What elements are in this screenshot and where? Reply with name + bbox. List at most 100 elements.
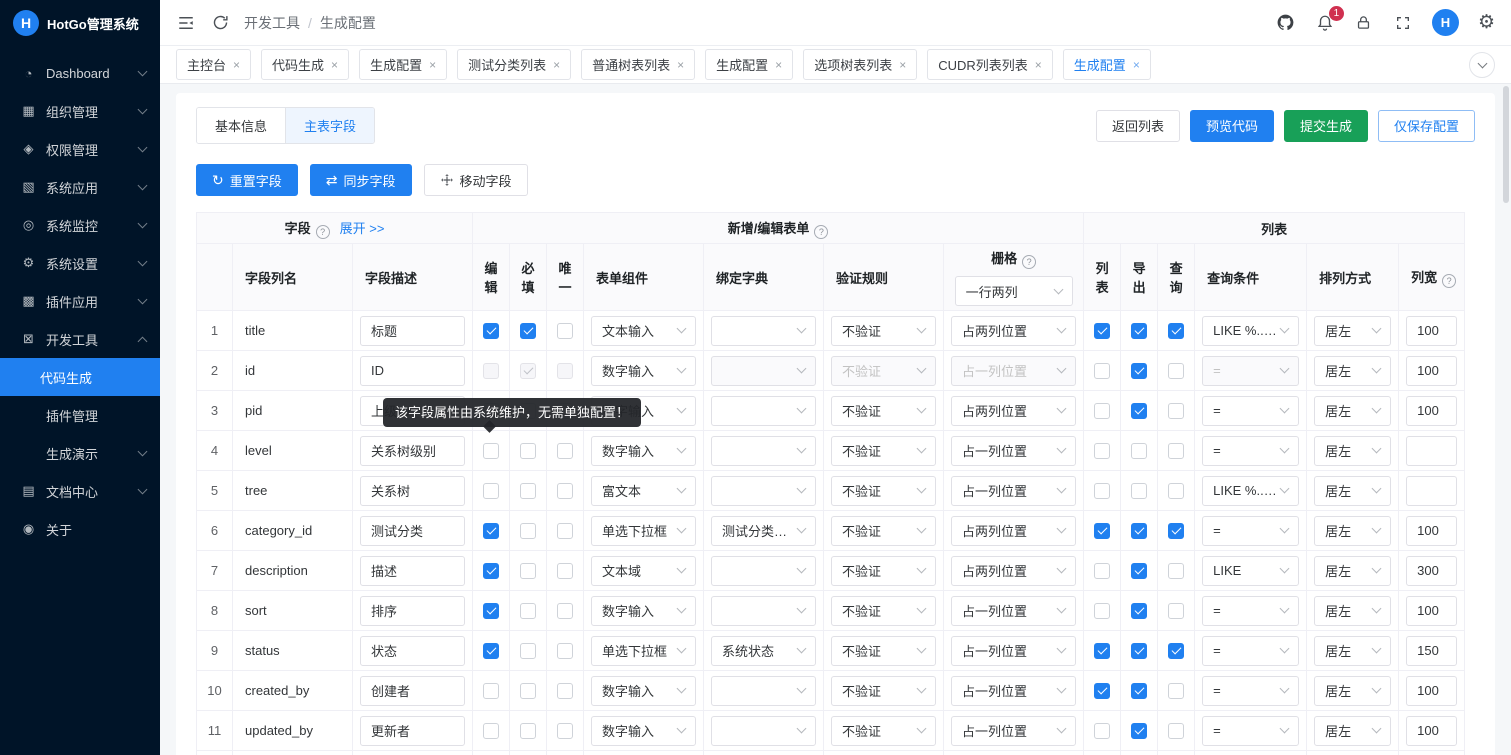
component-select[interactable]: 单选下拉框 xyxy=(591,516,696,546)
checkbox[interactable] xyxy=(557,483,573,499)
query-cond-select[interactable]: LIKE xyxy=(1202,556,1299,586)
width-input[interactable]: 150 xyxy=(1406,636,1457,666)
checkbox[interactable] xyxy=(1131,603,1147,619)
query-cond-select[interactable]: = xyxy=(1202,596,1299,626)
app-logo[interactable]: H HotGo管理系统 xyxy=(0,0,160,46)
checkbox[interactable] xyxy=(520,523,536,539)
width-input[interactable]: 100 xyxy=(1406,716,1457,746)
field-desc-input[interactable]: 标题 xyxy=(360,316,465,346)
sidebar-item-plugin-app[interactable]: ▩ 插件应用 xyxy=(0,282,160,320)
component-select[interactable]: 文本域 xyxy=(591,556,696,586)
notifications-bell-icon[interactable]: 1 xyxy=(1315,13,1335,33)
checkbox[interactable] xyxy=(1131,403,1147,419)
help-icon[interactable]: ? xyxy=(316,225,330,239)
field-desc-input[interactable]: 关系树 xyxy=(360,476,465,506)
width-input[interactable]: 100 xyxy=(1406,356,1457,386)
close-icon[interactable]: × xyxy=(775,59,782,71)
checkbox[interactable] xyxy=(1131,443,1147,459)
width-input[interactable]: 100 xyxy=(1406,516,1457,546)
grid-select[interactable]: 占一列位置 xyxy=(951,676,1076,706)
save-config-only-button[interactable]: 仅保存配置 xyxy=(1378,110,1475,142)
field-desc-input[interactable]: 测试分类 xyxy=(360,516,465,546)
validation-select[interactable]: 不验证 xyxy=(831,316,936,346)
close-icon[interactable]: × xyxy=(429,59,436,71)
field-desc-input[interactable]: ID xyxy=(360,356,465,386)
sync-fields-button[interactable]: ⇄ 同步字段 xyxy=(310,164,412,196)
width-input[interactable]: 100 xyxy=(1406,316,1457,346)
close-icon[interactable]: × xyxy=(1133,59,1140,71)
component-select[interactable]: 文本输入 xyxy=(591,316,696,346)
grid-select[interactable]: 占一列位置 xyxy=(951,356,1076,386)
refresh-icon[interactable] xyxy=(210,13,230,33)
help-icon[interactable]: ? xyxy=(1442,274,1456,288)
checkbox[interactable] xyxy=(1168,363,1184,379)
field-desc-input[interactable]: 状态 xyxy=(360,636,465,666)
field-desc-input[interactable]: 创建者 xyxy=(360,676,465,706)
checkbox[interactable] xyxy=(1094,483,1110,499)
checkbox[interactable] xyxy=(1131,523,1147,539)
sidebar-item-code-generation[interactable]: 代码生成 xyxy=(0,358,160,396)
checkbox[interactable] xyxy=(520,603,536,619)
dict-select[interactable] xyxy=(711,676,816,706)
checkbox[interactable] xyxy=(1131,563,1147,579)
validation-select[interactable]: 不验证 xyxy=(831,476,936,506)
width-input[interactable] xyxy=(1406,436,1457,466)
sidebar-item-generation-demo[interactable]: 生成演示 xyxy=(0,434,160,472)
validation-select[interactable]: 不验证 xyxy=(831,396,936,426)
sidebar-item-devtools[interactable]: ⊠ 开发工具 xyxy=(0,320,160,358)
query-cond-select[interactable]: LIKE %...% xyxy=(1202,476,1299,506)
checkbox[interactable] xyxy=(1131,483,1147,499)
dict-select[interactable]: 测试分类选项 xyxy=(711,516,816,546)
width-input[interactable]: 300 xyxy=(1406,556,1457,586)
fullscreen-icon[interactable] xyxy=(1393,13,1413,33)
query-cond-select[interactable]: = xyxy=(1202,636,1299,666)
sidebar-item-docs[interactable]: ▤ 文档中心 xyxy=(0,472,160,510)
width-input[interactable]: 100 xyxy=(1406,676,1457,706)
width-input[interactable] xyxy=(1406,476,1457,506)
close-icon[interactable]: × xyxy=(331,59,338,71)
component-select[interactable]: 数字输入 xyxy=(591,716,696,746)
grid-default-select[interactable]: 一行两列 xyxy=(955,276,1073,306)
dict-select[interactable] xyxy=(711,556,816,586)
validation-select[interactable]: 不验证 xyxy=(831,436,936,466)
dict-select[interactable] xyxy=(711,316,816,346)
help-icon[interactable]: ? xyxy=(1022,255,1036,269)
align-select[interactable]: 居左 xyxy=(1314,636,1391,666)
component-select[interactable]: 数字输入 xyxy=(591,436,696,466)
grid-select[interactable]: 占一列位置 xyxy=(951,636,1076,666)
checkbox[interactable] xyxy=(1094,443,1110,459)
checkbox[interactable] xyxy=(483,603,499,619)
checkbox[interactable] xyxy=(1168,443,1184,459)
checkbox[interactable] xyxy=(557,683,573,699)
checkbox[interactable] xyxy=(1094,403,1110,419)
checkbox[interactable] xyxy=(1131,683,1147,699)
checkbox[interactable] xyxy=(1094,523,1110,539)
query-cond-select[interactable]: = xyxy=(1202,516,1299,546)
checkbox[interactable] xyxy=(483,323,499,339)
sidebar-item-about[interactable]: ◉ 关于 xyxy=(0,510,160,548)
validation-select[interactable]: 不验证 xyxy=(831,596,936,626)
expand-columns-link[interactable]: 展开 >> xyxy=(340,221,385,236)
checkbox[interactable] xyxy=(1131,363,1147,379)
checkbox[interactable] xyxy=(1094,683,1110,699)
sidebar-item-settings[interactable]: ⚙ 系统设置 xyxy=(0,244,160,282)
query-cond-select[interactable]: = xyxy=(1202,396,1299,426)
checkbox[interactable] xyxy=(1094,643,1110,659)
query-cond-select[interactable]: = xyxy=(1202,356,1299,386)
tab-main-fields[interactable]: 主表字段 xyxy=(285,108,374,143)
checkbox[interactable] xyxy=(1131,323,1147,339)
checkbox[interactable] xyxy=(1168,563,1184,579)
sidebar-item-system-app[interactable]: ▧ 系统应用 xyxy=(0,168,160,206)
dict-select[interactable] xyxy=(711,356,816,386)
checkbox[interactable] xyxy=(557,523,573,539)
tab-chip[interactable]: 生成配置× xyxy=(1063,49,1151,80)
validation-select[interactable]: 不验证 xyxy=(831,516,936,546)
sidebar-item-plugin-management[interactable]: 插件管理 xyxy=(0,396,160,434)
grid-select[interactable]: 占一列位置 xyxy=(951,596,1076,626)
tab-chip[interactable]: 生成配置× xyxy=(359,49,447,80)
checkbox[interactable] xyxy=(557,443,573,459)
align-select[interactable]: 居左 xyxy=(1314,356,1391,386)
sidebar-item-dashboard[interactable]: ◔ Dashboard xyxy=(0,54,160,92)
reset-fields-button[interactable]: ↻ 重置字段 xyxy=(196,164,298,196)
checkbox[interactable] xyxy=(483,683,499,699)
